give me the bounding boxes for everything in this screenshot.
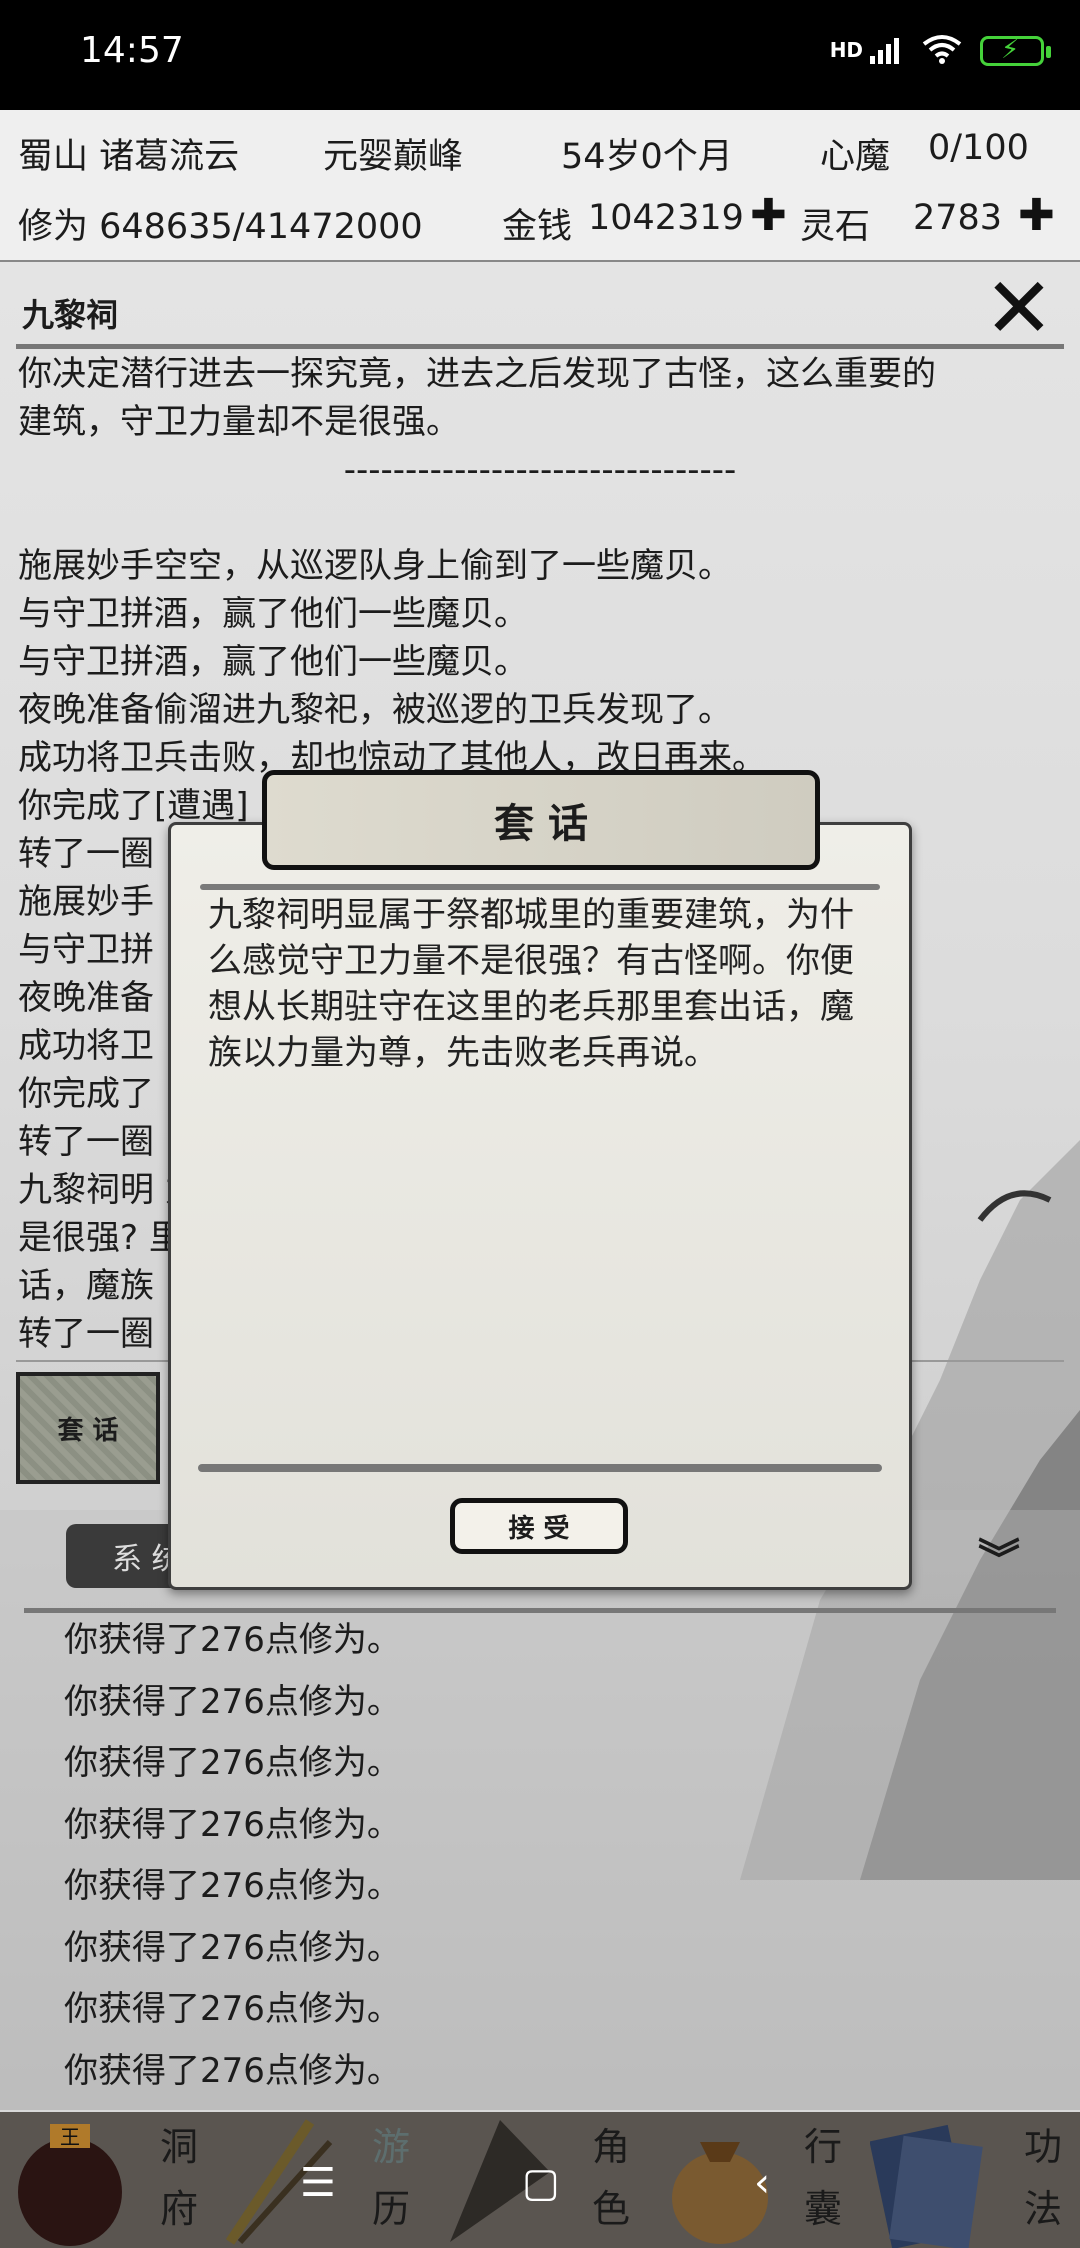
accept-button[interactable]: 接 受 (450, 1498, 628, 1554)
divider (198, 1464, 882, 1472)
dialog-title: 套 话 (262, 770, 820, 870)
divider (200, 884, 880, 890)
modal-overlay: 套 话 九黎祠明显属于祭都城里的重要建筑，为什么感觉守卫力量不是很强？有古怪啊。… (0, 0, 1080, 2248)
dialog-body: 九黎祠明显属于祭都城里的重要建筑，为什么感觉守卫力量不是很强？有古怪啊。你便想从… (208, 895, 854, 1073)
